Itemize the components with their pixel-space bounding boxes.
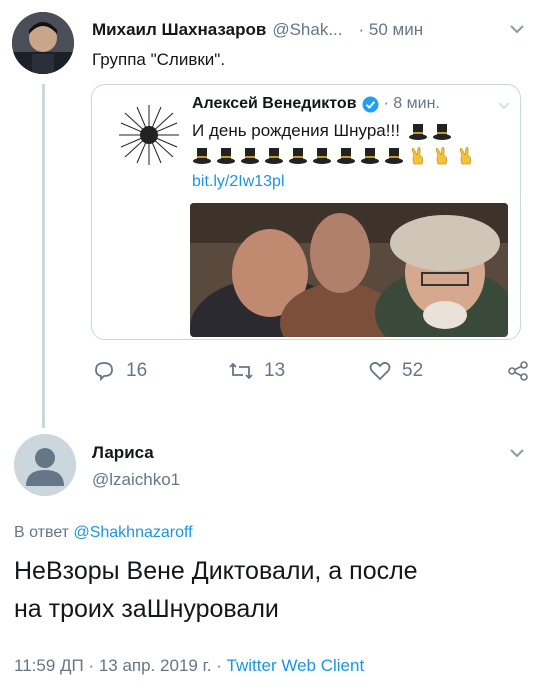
reply-text: НеВзоры Вене Диктовали, а после на троих… [14, 552, 418, 628]
emoji-row [192, 147, 480, 165]
tweet-menu-button[interactable] [509, 22, 525, 40]
quoted-author-avatar-art [113, 99, 185, 171]
retweet-count: 13 [264, 360, 286, 381]
reply-count: 16 [126, 360, 148, 381]
chevron-down-icon [510, 25, 524, 34]
quoted-tweet-link[interactable]: bit.ly/2Iw13pl [192, 173, 285, 191]
reply-author-avatar[interactable] [14, 434, 76, 496]
quoted-tweet-time[interactable]: · 8 мин. [384, 95, 440, 113]
author-name[interactable]: Михаил Шахназаров [92, 20, 266, 40]
share-icon [508, 361, 528, 381]
author-avatar-photo [12, 12, 74, 74]
chevron-down-icon [498, 102, 510, 110]
in-reply-to: В ответ @Shakhnazaroff [14, 524, 193, 542]
retweet-icon [229, 362, 253, 380]
reply-client[interactable]: Twitter Web Client [227, 656, 365, 675]
reply-author-handle[interactable]: @lzaichko1 [92, 470, 180, 490]
top-hat-emoji [289, 148, 307, 164]
tweet-text: Группа "Сливки". [92, 50, 226, 69]
quoted-tweet-header: Алексей Венедиктов · 8 мин. [192, 95, 440, 113]
tweet-header: Михаил Шахназаров @Shak... · 50 мин [92, 20, 423, 40]
like-icon [369, 361, 391, 381]
reply-text-line1: НеВзоры Вене Диктовали, а после [14, 557, 418, 585]
victory-hand-emoji [435, 147, 448, 165]
reply-timestamp[interactable]: 11:59 ДП · 13 апр. 2019 г. · [14, 656, 222, 675]
top-hat-emoji [241, 148, 259, 164]
top-hat-emoji [385, 148, 403, 164]
quoted-author-avatar[interactable] [113, 99, 185, 171]
in-reply-prefix: В ответ [14, 524, 70, 541]
top-hat-emoji [313, 148, 331, 164]
like-action[interactable]: 52 [368, 360, 423, 382]
thread-connector-line [42, 84, 45, 428]
tweet-time[interactable]: · 50 мин [359, 20, 424, 40]
reply-author-name[interactable]: Лариса [92, 443, 154, 463]
default-avatar-icon [14, 434, 76, 496]
retweet-action[interactable]: 13 [228, 360, 285, 382]
author-avatar[interactable] [12, 12, 74, 74]
reply-meta: 11:59 ДП · 13 апр. 2019 г. · Twitter Web… [14, 656, 364, 676]
share-action[interactable] [507, 360, 529, 382]
victory-hand-emoji [459, 147, 472, 165]
hat-emojis-line1 [408, 121, 456, 141]
author-handle[interactable]: @Shak... [272, 20, 342, 40]
top-hat-emoji [217, 148, 235, 164]
quoted-tweet-card[interactable]: Алексей Венедиктов · 8 мин. И день рожде… [91, 84, 521, 340]
quoted-author-name[interactable]: Алексей Венедиктов [192, 95, 357, 113]
quoted-tweet-photo[interactable] [190, 203, 508, 337]
top-hat-emoji [432, 123, 451, 140]
quoted-text-line1: И день рождения Шнура!!! [192, 121, 400, 140]
victory-hand-emoji [411, 147, 424, 165]
quoted-tweet-text: И день рождения Шнура!!! [192, 121, 456, 141]
quoted-tweet-menu[interactable] [498, 97, 510, 115]
reply-text-line2: на троих заШнуровали [14, 595, 279, 623]
reply-icon [95, 362, 113, 382]
reply-action[interactable]: 16 [92, 360, 147, 382]
top-hat-emoji [265, 148, 283, 164]
top-hat-emoji [408, 123, 427, 140]
top-hat-emoji [361, 148, 379, 164]
top-hat-emoji [193, 148, 211, 164]
in-reply-handle[interactable]: @Shakhnazaroff [73, 524, 192, 541]
reply-menu-button[interactable] [509, 446, 525, 464]
photo-image [190, 203, 508, 337]
chevron-down-icon [510, 449, 524, 458]
verified-badge-icon [362, 96, 379, 112]
top-hat-emoji [337, 148, 355, 164]
like-count: 52 [402, 360, 424, 381]
